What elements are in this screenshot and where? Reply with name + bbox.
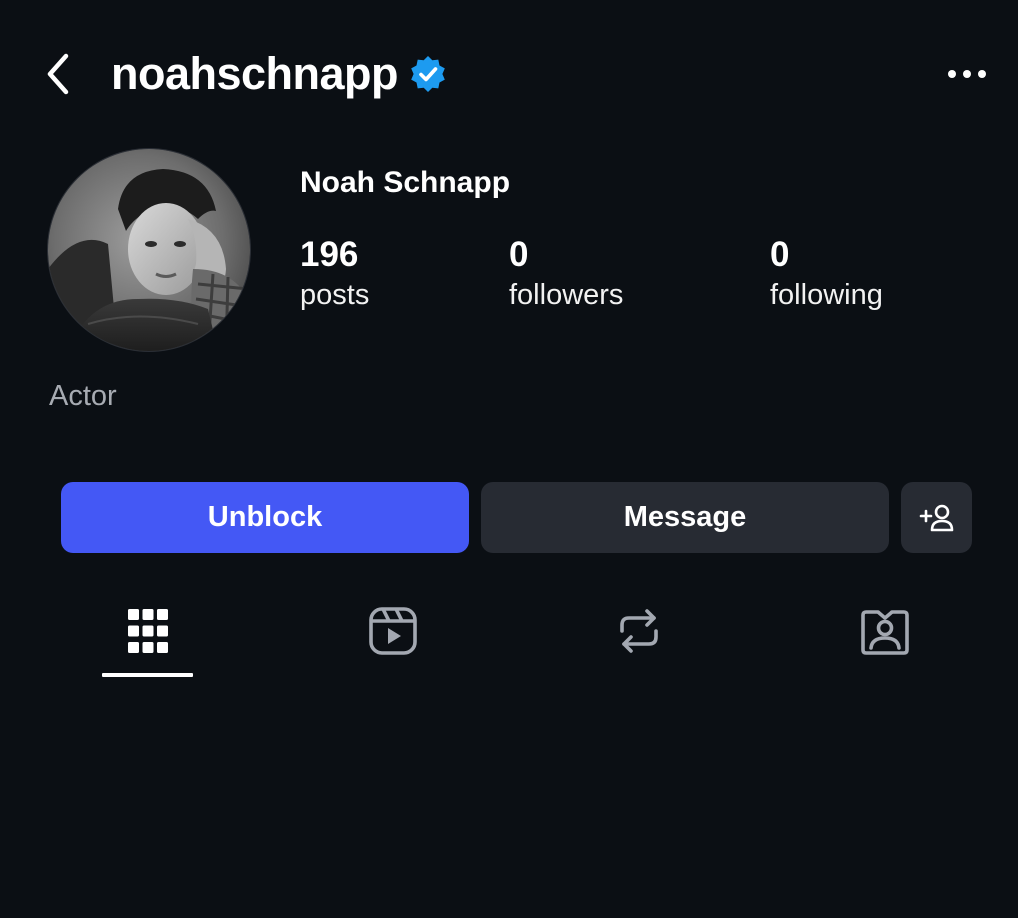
stat-posts[interactable]: 196 posts [300, 234, 369, 314]
active-tab-indicator [102, 673, 193, 677]
tab-reels[interactable] [347, 596, 439, 666]
profile-avatar[interactable] [48, 149, 250, 351]
more-options-button[interactable] [938, 56, 996, 92]
tab-posts-grid[interactable] [102, 596, 194, 666]
back-button[interactable] [30, 46, 86, 102]
avatar-photo [48, 149, 250, 351]
followers-label: followers [509, 279, 624, 311]
stat-followers[interactable]: 0 followers [509, 234, 623, 314]
tagged-person-icon [861, 610, 909, 655]
more-horizontal-icon [948, 70, 986, 78]
following-count: 0 [770, 235, 790, 274]
posts-count: 196 [300, 235, 359, 274]
chevron-left-icon [47, 53, 69, 95]
message-button[interactable]: Message [481, 482, 889, 553]
profile-display-name: Noah Schnapp [300, 166, 511, 199]
posts-label: posts [300, 279, 370, 311]
followers-count: 0 [509, 235, 529, 274]
repost-icon [620, 609, 658, 653]
following-label: following [770, 279, 883, 311]
profile-bio: Actor [49, 380, 117, 412]
add-person-icon [919, 504, 953, 531]
reels-icon [369, 607, 417, 655]
verified-badge-icon [408, 54, 448, 94]
tab-tagged[interactable] [839, 596, 931, 666]
stat-following[interactable]: 0 following [770, 234, 883, 314]
tab-reposts[interactable] [593, 596, 685, 666]
unblock-button[interactable]: Unblock [61, 482, 469, 553]
grid-icon [128, 609, 168, 653]
username-text: noahschnapp [111, 48, 399, 99]
profile-username: noahschnapp [111, 48, 448, 100]
add-person-button[interactable] [901, 482, 972, 553]
